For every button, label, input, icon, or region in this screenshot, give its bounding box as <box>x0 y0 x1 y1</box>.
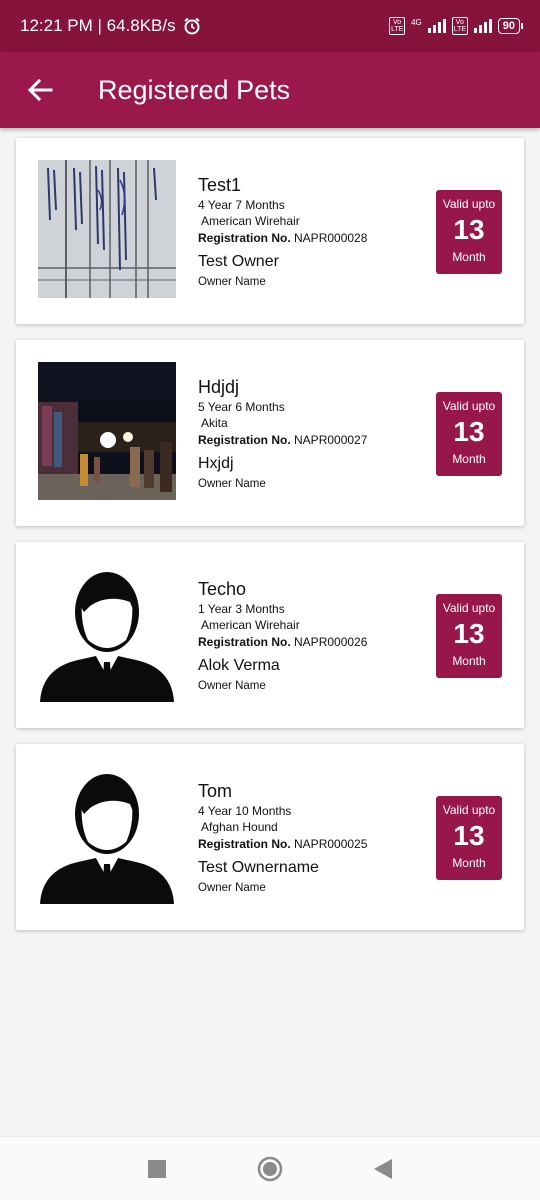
system-nav-bar <box>0 1136 540 1200</box>
alarm-icon <box>183 17 200 35</box>
owner-name-label: Owner Name <box>198 478 266 490</box>
registration-label: Registration No. <box>198 231 291 245</box>
back-arrow-button[interactable] <box>0 52 80 128</box>
app-bar: Registered Pets <box>0 52 540 128</box>
pet-name: Techo <box>198 579 247 599</box>
valid-upto-label: Valid upto <box>442 601 496 615</box>
owner-name: Test Ownername <box>198 859 319 876</box>
pet-name: Tom <box>198 781 233 801</box>
volte-icon: Vo LTE <box>389 17 406 35</box>
triangle-back-icon <box>374 1158 393 1179</box>
pet-list: Test1 4 Year 7 Months American Wirehair … <box>16 138 524 946</box>
pet-card[interactable]: Techo 1 Year 3 Months American Wirehair … <box>16 542 524 728</box>
pet-info: Tom 4 Year 10 Months Afghan Hound Regist… <box>198 780 428 896</box>
pet-breed: American Wirehair <box>201 214 300 228</box>
valid-months: 13 <box>453 618 485 649</box>
pet-card[interactable]: Hdjdj 5 Year 6 Months Akita Registration… <box>16 340 524 526</box>
pet-name: Hdjdj <box>198 377 240 397</box>
pet-card[interactable]: Test1 4 Year 7 Months American Wirehair … <box>16 138 524 324</box>
valid-months: 13 <box>453 416 485 447</box>
pet-breed: Akita <box>201 416 228 430</box>
pet-age: 5 Year 6 Months <box>198 400 285 414</box>
volte-icon-2: Vo LTE <box>451 17 468 35</box>
owner-name: Test Owner <box>198 253 279 270</box>
registration-label: Registration No. <box>198 837 291 851</box>
registration-number: NAPR000027 <box>294 433 368 447</box>
valid-upto-label: Valid upto <box>442 399 496 413</box>
square-icon <box>147 1159 166 1178</box>
signal-icon <box>427 19 446 33</box>
pet-age: 4 Year 7 Months <box>198 198 285 212</box>
avatar-silhouette-icon <box>38 766 176 904</box>
validity-badge: Valid upto 13 Month <box>436 796 502 880</box>
signal-icon-2 <box>473 19 492 33</box>
valid-upto-label: Valid upto <box>442 197 496 211</box>
owner-name-label: Owner Name <box>198 276 266 288</box>
month-label: Month <box>452 856 486 870</box>
month-label: Month <box>452 654 486 668</box>
pet-info: Techo 1 Year 3 Months American Wirehair … <box>198 578 428 694</box>
valid-months: 13 <box>453 214 485 245</box>
month-label: Month <box>452 250 486 264</box>
registration-number: NAPR000026 <box>294 635 368 649</box>
registration-row: Registration No. NAPR000027 <box>198 432 428 449</box>
owner-name-label: Owner Name <box>198 680 266 692</box>
pet-age: 4 Year 10 Months <box>198 804 292 818</box>
owner-name-label: Owner Name <box>198 882 266 894</box>
registration-label: Registration No. <box>198 635 291 649</box>
status-left: 12:21 PM | 64.8KB/s <box>20 16 202 36</box>
registration-number: NAPR000025 <box>294 837 368 851</box>
registration-row: Registration No. NAPR000026 <box>198 634 428 651</box>
registration-row: Registration No. NAPR000028 <box>198 230 428 247</box>
page-title: Registered Pets <box>98 74 291 105</box>
validity-badge: Valid upto 13 Month <box>436 190 502 274</box>
battery-level: 90 <box>502 20 515 32</box>
status-right: Vo LTE 4G Vo LTE 90 <box>389 17 524 35</box>
circle-icon <box>257 1156 283 1181</box>
network-type: 4G <box>411 17 422 27</box>
back-button[interactable] <box>363 1149 403 1189</box>
arrow-left-icon <box>27 78 53 102</box>
pet-photo <box>38 160 176 298</box>
validity-badge: Valid upto 13 Month <box>436 392 502 476</box>
pet-info: Hdjdj 5 Year 6 Months Akita Registration… <box>198 376 428 492</box>
owner-name: Hxjdj <box>198 455 234 472</box>
valid-upto-label: Valid upto <box>442 803 496 817</box>
status-time: 12:21 PM | 64.8KB/s <box>20 16 176 35</box>
registration-row: Registration No. NAPR000025 <box>198 836 428 853</box>
recents-button[interactable] <box>137 1149 177 1189</box>
validity-badge: Valid upto 13 Month <box>436 594 502 678</box>
home-button[interactable] <box>250 1149 290 1189</box>
pet-name: Test1 <box>198 175 242 195</box>
pet-info: Test1 4 Year 7 Months American Wirehair … <box>198 174 428 290</box>
registration-label: Registration No. <box>198 433 291 447</box>
pet-photo <box>38 362 176 500</box>
owner-name: Alok Verma <box>198 657 280 674</box>
battery-icon: 90 <box>497 18 524 34</box>
pet-age: 1 Year 3 Months <box>198 602 285 616</box>
pet-breed: Afghan Hound <box>201 820 278 834</box>
registration-number: NAPR000028 <box>294 231 368 245</box>
avatar-silhouette-icon <box>38 564 176 702</box>
month-label: Month <box>452 452 486 466</box>
pet-breed: American Wirehair <box>201 618 300 632</box>
valid-months: 13 <box>453 820 485 851</box>
pet-card[interactable]: Tom 4 Year 10 Months Afghan Hound Regist… <box>16 744 524 930</box>
status-bar: 12:21 PM | 64.8KB/s Vo LTE 4G Vo LTE 90 <box>0 0 540 52</box>
